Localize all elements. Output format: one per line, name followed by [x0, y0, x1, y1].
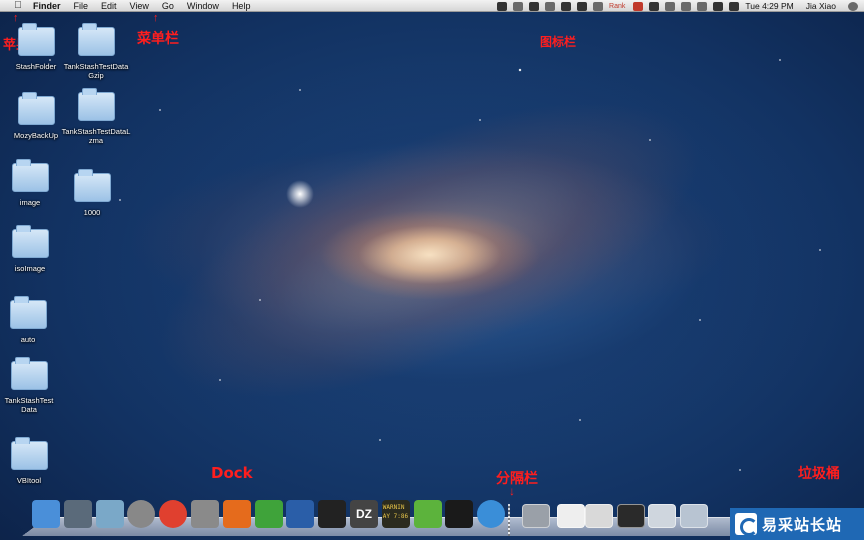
launchpad-icon[interactable]	[127, 500, 156, 528]
window-thumb-1[interactable]	[585, 504, 613, 528]
console-time-text: AY 7:86	[382, 513, 409, 520]
folder-icon	[10, 437, 48, 470]
spotlight-search-icon[interactable]	[848, 1, 858, 11]
desktop-folder[interactable]: TankStashTestDataLzma	[61, 88, 131, 145]
adium-duck-icon[interactable]	[254, 500, 283, 528]
rank-label[interactable]: Rank	[609, 3, 625, 10]
safari-icon[interactable]	[477, 500, 506, 528]
desktop-folder[interactable]: image	[0, 159, 65, 207]
user-name[interactable]: Jia Xiao	[806, 1, 836, 11]
watermark-logo-icon	[735, 513, 758, 536]
menu-edit[interactable]: Edit	[101, 0, 117, 12]
terminal-icon[interactable]	[318, 500, 347, 528]
menu-file[interactable]: File	[74, 0, 89, 12]
time-machine-icon[interactable]	[665, 1, 676, 11]
window-thumb-4[interactable]	[680, 504, 708, 528]
clipboard-icon[interactable]	[545, 1, 556, 11]
folder-icon	[11, 225, 49, 258]
keychain-icon[interactable]	[95, 500, 124, 528]
chrome-icon[interactable]	[159, 500, 188, 528]
document-icon[interactable]	[557, 504, 585, 528]
folder-icon	[11, 159, 49, 192]
dock-separator[interactable]	[508, 504, 510, 536]
desktop-folder-label: TankStashTestDataLzma	[61, 127, 131, 145]
folder-icon	[17, 92, 55, 125]
wifi-icon[interactable]	[697, 1, 708, 11]
menu-bar:  Finder File Edit View Go Window Help R…	[0, 0, 864, 12]
desktop-folder[interactable]: TankStashTestData	[0, 357, 64, 414]
menu-view[interactable]: View	[130, 0, 149, 12]
desktop-folder[interactable]: TankStashTestDataGzip	[61, 23, 131, 80]
desktop-folder[interactable]: isoImage	[0, 225, 65, 273]
annotation-menu-bar: 菜单栏	[137, 31, 179, 47]
battery-icon[interactable]	[729, 1, 740, 11]
window-thumb-3[interactable]	[648, 504, 676, 528]
bright-star	[286, 180, 314, 208]
firefox-icon[interactable]	[222, 500, 251, 528]
window-thumb-2[interactable]	[617, 504, 645, 528]
system-preferences-icon[interactable]	[191, 500, 219, 528]
eye-icon[interactable]	[497, 1, 508, 11]
sync-icon[interactable]	[513, 1, 524, 11]
desktop-folder[interactable]: VBItool	[0, 437, 64, 485]
apple-menu-icon[interactable]: 	[11, 0, 25, 12]
system-utility-icon[interactable]	[63, 500, 92, 528]
dropbox-icon[interactable]	[529, 1, 540, 11]
volume-icon[interactable]	[713, 1, 724, 11]
console-warning-text: WARNIN	[382, 504, 405, 511]
watermark-badge: 易采站长站	[730, 508, 864, 540]
annotation-trash: 垃圾桶	[798, 466, 840, 482]
desktop-folder-label: isoImage	[14, 264, 46, 273]
dz-app-label: DZ	[356, 507, 372, 521]
folder-stack-icon[interactable]	[522, 504, 550, 528]
wallpaper-stars	[0, 0, 864, 540]
arrow-down-icon: ↓	[509, 484, 515, 498]
terminal-2-icon[interactable]	[445, 500, 474, 528]
bluetooth-icon[interactable]	[681, 1, 692, 11]
annotation-icon-bar: 图标栏	[540, 35, 577, 49]
desktop-folder-label: TankStashTestDataGzip	[63, 62, 129, 80]
dz-app-icon[interactable]: DZ	[350, 500, 378, 528]
status-menus: Rank Tue 4:29 PM Jia Xiao	[497, 0, 864, 12]
folder-icon	[73, 169, 111, 202]
desktop-folder[interactable]: auto	[0, 296, 63, 344]
menu-go[interactable]: Go	[162, 0, 174, 12]
arrow-up-icon: ↑	[13, 12, 19, 24]
shield-icon[interactable]	[633, 1, 644, 11]
share-icon[interactable]	[561, 1, 572, 11]
menu-finder[interactable]: Finder	[33, 0, 61, 12]
desktop-folder-label: auto	[20, 335, 36, 344]
menu-clock[interactable]: Tue 4:29 PM	[745, 1, 793, 11]
virtualbox-icon[interactable]	[286, 500, 315, 528]
evernote-icon[interactable]	[413, 500, 442, 528]
desktop-folder-label: TankStashTestData	[4, 396, 54, 414]
folder-icon	[77, 23, 115, 56]
desktop-folder-label: VBItool	[16, 476, 42, 485]
desktop-folder-label: 1000	[83, 208, 101, 217]
calendar-icon[interactable]	[649, 1, 660, 11]
annotation-separator: 分隔栏	[496, 471, 538, 487]
arrow-up-icon: ↑	[153, 12, 159, 24]
close-box-icon[interactable]	[577, 1, 588, 11]
menu-window[interactable]: Window	[187, 0, 219, 12]
folder-icon	[17, 23, 55, 56]
desktop-folder[interactable]: 1000	[57, 169, 127, 217]
folder-icon	[9, 296, 47, 329]
annotation-dock: Dock	[211, 464, 253, 482]
console-icon[interactable]: WARNIN AY 7:86	[381, 500, 410, 528]
finder-icon[interactable]	[32, 500, 60, 528]
stats-icon[interactable]	[593, 1, 604, 11]
watermark-text: 易采站长站	[762, 515, 843, 534]
folder-icon	[77, 88, 115, 121]
folder-icon	[10, 357, 48, 390]
desktop-folder-label: image	[19, 198, 41, 207]
menu-help[interactable]: Help	[232, 0, 251, 12]
